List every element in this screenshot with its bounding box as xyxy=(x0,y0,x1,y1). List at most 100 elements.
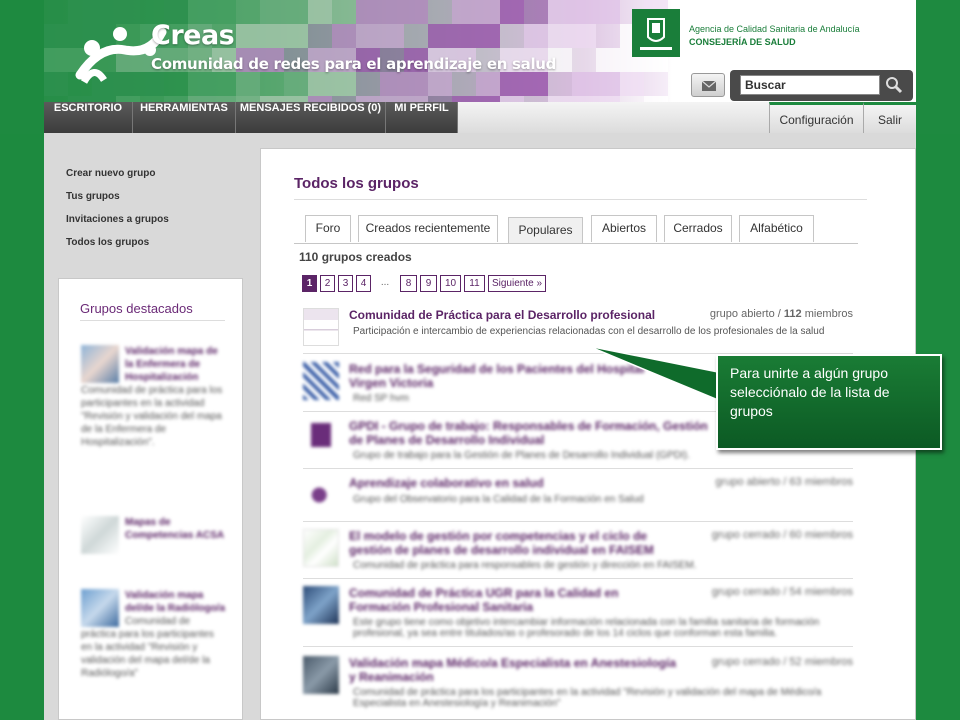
nav-configuracion[interactable]: Configuración xyxy=(769,102,863,133)
magnifier-icon[interactable] xyxy=(883,75,905,95)
mosaic-tile xyxy=(572,72,596,96)
page-link[interactable]: 4 xyxy=(356,275,371,292)
link-crear-grupo[interactable]: Crear nuevo grupo xyxy=(66,168,169,191)
group-row[interactable]: Comunidad de Práctica para el Desarrollo… xyxy=(303,308,853,350)
next-page-button[interactable]: Siguiente » xyxy=(488,275,546,292)
mosaic-tile xyxy=(332,72,356,96)
page-link[interactable]: 1 xyxy=(302,275,317,292)
divider xyxy=(294,199,867,200)
group-title[interactable]: Aprendizaje colaborativo en salud xyxy=(349,476,544,490)
nav-escritorio[interactable]: ESCRITORIO xyxy=(44,102,133,133)
mosaic-tile xyxy=(500,24,524,48)
group-title[interactable]: Validación mapa Médico/a Especialista en… xyxy=(349,656,679,684)
featured-item-desc: Comunidad de práctica para los participa… xyxy=(81,385,223,448)
divider xyxy=(303,521,853,522)
mosaic-tile xyxy=(260,24,284,48)
mosaic-tile xyxy=(380,72,404,96)
group-meta: grupo abierto / 112 miembros xyxy=(710,308,853,320)
mosaic-tile xyxy=(44,24,68,48)
mosaic-tile xyxy=(380,0,404,24)
mosaic-tile xyxy=(524,0,548,24)
page-link[interactable]: 3 xyxy=(338,275,353,292)
group-title[interactable]: El modelo de gestión por competencias y … xyxy=(349,529,689,557)
page-link[interactable]: 2 xyxy=(320,275,335,292)
group-row[interactable]: Comunidad de Práctica UGR para la Calida… xyxy=(303,586,853,644)
mosaic-tile xyxy=(236,24,260,48)
page-link[interactable]: 9 xyxy=(420,275,437,292)
group-thumbnail xyxy=(303,586,339,624)
brand-title[interactable]: Creas xyxy=(151,20,235,51)
group-thumbnail xyxy=(303,419,339,457)
page-link[interactable]: 10 xyxy=(440,275,461,292)
nav-spacer xyxy=(458,102,769,133)
mosaic-tile xyxy=(284,72,308,96)
group-logo xyxy=(311,423,331,447)
group-row[interactable]: El modelo de gestión por competencias y … xyxy=(303,529,853,577)
brand-subtitle: Comunidad de redes para el aprendizaje e… xyxy=(151,55,557,73)
group-description: Grupo de trabajo para la Gestión de Plan… xyxy=(353,450,690,461)
nav-salir[interactable]: Salir xyxy=(863,102,916,133)
group-meta-prefix: grupo abierto / xyxy=(709,308,784,320)
group-title[interactable]: Comunidad de Práctica UGR para la Calida… xyxy=(349,586,669,614)
link-tus-grupos[interactable]: Tus grupos xyxy=(66,191,169,214)
featured-thumbnail xyxy=(81,345,119,383)
featured-title: Grupos destacados xyxy=(80,301,193,316)
mosaic-tile xyxy=(476,24,500,48)
page-link[interactable]: 8 xyxy=(400,275,417,292)
nav-herramientas[interactable]: HERRAMIENTAS xyxy=(133,102,236,133)
mail-icon xyxy=(701,80,717,91)
mosaic-tile xyxy=(356,72,380,96)
page-title: Todos los grupos xyxy=(294,175,419,192)
mosaic-tile xyxy=(644,72,668,96)
mosaic-tile xyxy=(476,72,500,96)
tab-creados-recientemente[interactable]: Creados recientemente xyxy=(358,215,498,242)
group-description: Grupo del Observatorio para la Calidad d… xyxy=(353,494,644,505)
featured-item-title: Validación mapa de la Enfermera de Hospi… xyxy=(125,346,218,383)
site-header: Creas Comunidad de redes para el aprendi… xyxy=(44,0,916,102)
page-link[interactable]: 11 xyxy=(464,275,485,292)
group-links: Crear nuevo grupo Tus grupos Invitacione… xyxy=(66,168,169,260)
group-title[interactable]: GPDI - Grupo de trabajo: Responsables de… xyxy=(349,419,709,447)
featured-item[interactable]: Validación mapa de la Enfermera de Hospi… xyxy=(81,345,226,449)
group-thumbnail xyxy=(303,308,339,346)
mosaic-tile xyxy=(260,0,284,24)
mosaic-tile xyxy=(524,24,548,48)
mosaic-tile xyxy=(548,24,572,48)
messages-button[interactable] xyxy=(691,73,725,97)
mosaic-tile xyxy=(428,0,452,24)
group-meta: grupo cerrado / 54 miembros xyxy=(711,586,853,598)
nav-mensajes[interactable]: MENSAJES RECIBIDOS (0) xyxy=(236,102,386,133)
tab-foro[interactable]: Foro xyxy=(305,215,351,242)
search-input[interactable] xyxy=(740,75,880,95)
link-todos-grupos[interactable]: Todos los grupos xyxy=(66,237,169,260)
tab-alfabetico[interactable]: Alfabético xyxy=(739,215,814,242)
mosaic-tile xyxy=(428,24,452,48)
featured-item[interactable]: Validación mapa del/de la Radiólogo/a Co… xyxy=(81,589,226,680)
group-title[interactable]: Comunidad de Práctica para el Desarrollo… xyxy=(349,308,655,322)
mosaic-tile xyxy=(188,72,212,96)
group-title[interactable]: Red para la Seguridad de los Pacientes d… xyxy=(349,362,649,390)
nav-mi-perfil[interactable]: MI PERFIL xyxy=(386,102,458,133)
mosaic-tile xyxy=(44,72,68,96)
group-meta: grupo cerrado / 52 miembros xyxy=(711,656,853,668)
group-row[interactable]: Validación mapa Médico/a Especialista en… xyxy=(303,656,853,716)
tab-abiertos[interactable]: Abiertos xyxy=(591,215,657,242)
group-row[interactable]: Aprendizaje colaborativo en salud grupo … xyxy=(303,476,853,520)
group-thumbnail xyxy=(303,362,339,400)
featured-item[interactable]: Mapas de Competencias ACSA xyxy=(81,516,226,554)
link-invitaciones[interactable]: Invitaciones a grupos xyxy=(66,214,169,237)
main-nav: ESCRITORIO HERRAMIENTAS MENSAJES RECIBID… xyxy=(44,102,916,133)
group-count: 110 grupos creados xyxy=(299,250,412,264)
tutorial-callout: Para unirte a algún grupo selecciónalo d… xyxy=(716,354,942,450)
agency-line-1: Agencia de Calidad Sanitaria de Andalucí… xyxy=(689,24,860,34)
agency-name: Agencia de Calidad Sanitaria de Andalucí… xyxy=(689,24,860,47)
mosaic-tile xyxy=(356,0,380,24)
tab-cerrados[interactable]: Cerrados xyxy=(664,215,732,242)
divider xyxy=(80,320,225,321)
mosaic-tile xyxy=(596,48,620,72)
search-box xyxy=(730,70,913,101)
mosaic-tile xyxy=(44,0,68,24)
mosaic-tile xyxy=(452,0,476,24)
tab-populares[interactable]: Populares xyxy=(508,217,583,244)
mosaic-tile xyxy=(332,24,356,48)
